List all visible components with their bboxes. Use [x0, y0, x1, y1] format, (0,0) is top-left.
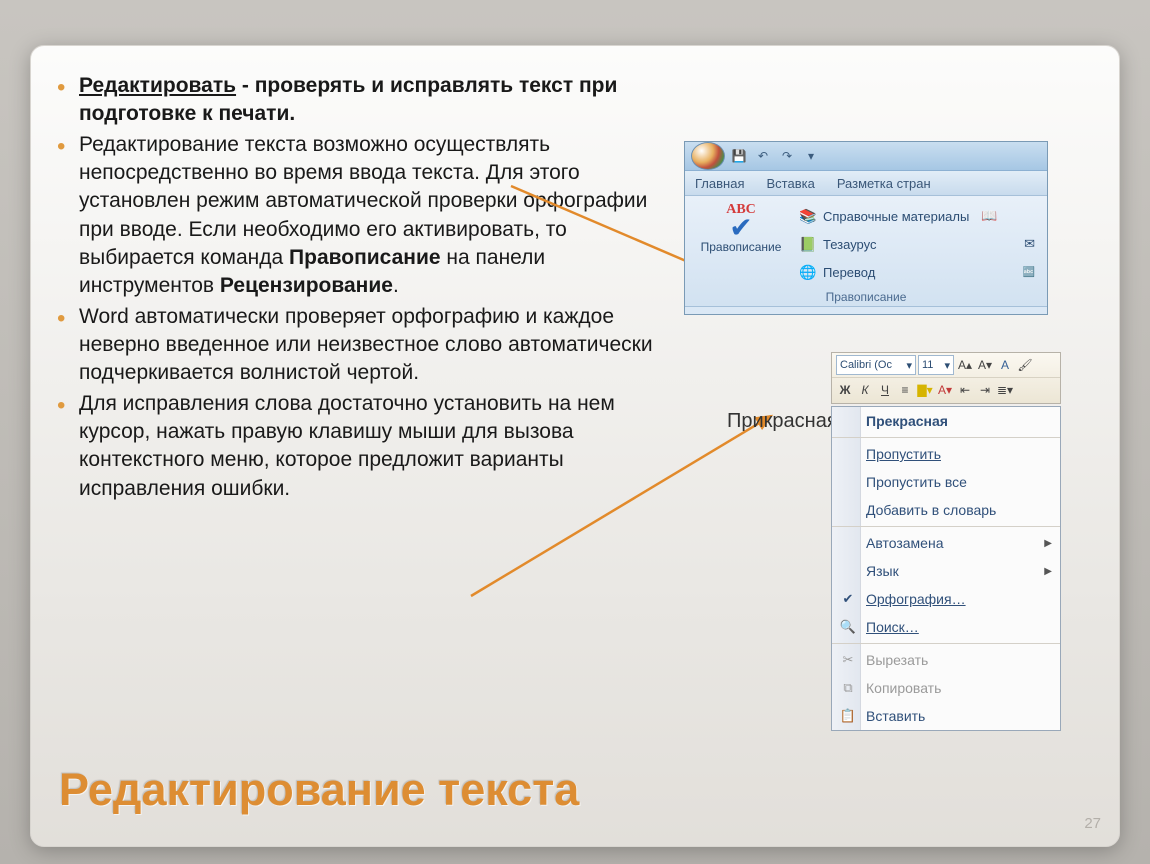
book-icon: 📖: [981, 208, 997, 224]
ribbon-tabs: Главная Вставка Разметка стран: [685, 171, 1047, 196]
quick-access-toolbar: 💾 ↶ ↷ ▾: [685, 142, 1047, 171]
shrink-font-icon[interactable]: A▾: [976, 356, 994, 374]
ctx-cut[interactable]: ✂ Вырезать: [832, 646, 1060, 674]
underline-icon[interactable]: Ч: [876, 381, 894, 399]
ribbon-body: ABC ✔ Правописание 📚 Справочные материал…: [685, 196, 1047, 307]
font-size-combo[interactable]: 11▾: [918, 355, 954, 375]
mini-toolbar: Calibri (Ос▾ 11▾ A▴ A▾ A 🖌 Ж К Ч ≡ ▇▾ A▾…: [831, 352, 1061, 404]
format-painter-icon[interactable]: 🖌: [1016, 356, 1034, 374]
save-icon[interactable]: 💾: [729, 146, 749, 166]
ribbon-screenshot: 💾 ↶ ↷ ▾ Главная Вставка Разметка стран A…: [684, 141, 1048, 315]
copy-icon: ⧉: [838, 678, 858, 698]
spelling-button[interactable]: ABC ✔ Правописание: [693, 202, 789, 302]
font-name-combo[interactable]: Calibri (Ос▾: [836, 355, 916, 375]
spelling-label: Правописание: [693, 240, 789, 254]
tab-insert[interactable]: Вставка: [766, 176, 814, 191]
context-menu: Прекрасная Пропустить Пропустить все Доб…: [831, 406, 1061, 731]
translate-button[interactable]: 🌐 Перевод 🔤: [799, 258, 1039, 286]
redo-icon[interactable]: ↷: [777, 146, 797, 166]
ctx-skip-all[interactable]: Пропустить все: [832, 468, 1060, 496]
find-icon: 🔍: [838, 617, 858, 637]
bold-icon[interactable]: Ж: [836, 381, 854, 399]
bullet-1-term: Редактировать: [79, 74, 236, 97]
align-center-icon[interactable]: ≡: [896, 381, 914, 399]
ctx-suggestion[interactable]: Прекрасная: [832, 407, 1060, 435]
slide-title: Редактирование текста: [59, 764, 579, 816]
bullet-1: Редактировать - проверять и исправлять т…: [53, 72, 673, 129]
paste-icon: 📋: [838, 706, 858, 726]
ctx-paste[interactable]: 📋 Вставить: [832, 702, 1060, 730]
ctx-add-dictionary[interactable]: Добавить в словарь: [832, 496, 1060, 524]
highlight-icon[interactable]: ▇▾: [916, 381, 934, 399]
spelling-check-icon: ✔: [838, 589, 858, 609]
misspelled-word[interactable]: Прикрасная: [727, 410, 838, 433]
wordcount-icon: 🔤: [1023, 267, 1035, 278]
slide: Редактировать - проверять и исправлять т…: [30, 45, 1120, 847]
ribbon-proofing-items: 📚 Справочные материалы 📖 📗 Тезаурус ✉ 🌐 …: [799, 202, 1039, 302]
tab-layout[interactable]: Разметка стран: [837, 176, 931, 191]
qat-dropdown-icon[interactable]: ▾: [801, 146, 821, 166]
styles-icon[interactable]: A: [996, 356, 1014, 374]
thesaurus-icon: 📗: [799, 235, 817, 253]
ctx-find[interactable]: 🔍 Поиск…: [832, 613, 1060, 641]
tab-home[interactable]: Главная: [695, 176, 744, 191]
research-icon: 📚: [799, 207, 817, 225]
page-number: 27: [1084, 815, 1101, 832]
grow-font-icon[interactable]: A▴: [956, 356, 974, 374]
italic-icon[interactable]: К: [856, 381, 874, 399]
ctx-autocorrect[interactable]: Автозамена▶: [832, 529, 1060, 557]
spelling-icon: ABC ✔: [693, 202, 789, 238]
office-button-icon[interactable]: [691, 142, 725, 170]
ctx-skip[interactable]: Пропустить: [832, 440, 1060, 468]
bullets-icon[interactable]: ≣▾: [996, 381, 1014, 399]
cut-icon: ✂: [838, 650, 858, 670]
envelope-icon: ✉: [1024, 236, 1035, 252]
ctx-language[interactable]: Язык▶: [832, 557, 1060, 585]
font-color-icon[interactable]: A▾: [936, 381, 954, 399]
decrease-indent-icon[interactable]: ⇤: [956, 381, 974, 399]
ctx-spelling[interactable]: ✔ Орфография…: [832, 585, 1060, 613]
ribbon-group-label: Правописание: [685, 290, 1047, 304]
undo-icon[interactable]: ↶: [753, 146, 773, 166]
research-button[interactable]: 📚 Справочные материалы 📖: [799, 202, 1039, 230]
ctx-copy[interactable]: ⧉ Копировать: [832, 674, 1060, 702]
thesaurus-button[interactable]: 📗 Тезаурус ✉: [799, 230, 1039, 258]
translate-icon: 🌐: [799, 263, 817, 281]
increase-indent-icon[interactable]: ⇥: [976, 381, 994, 399]
